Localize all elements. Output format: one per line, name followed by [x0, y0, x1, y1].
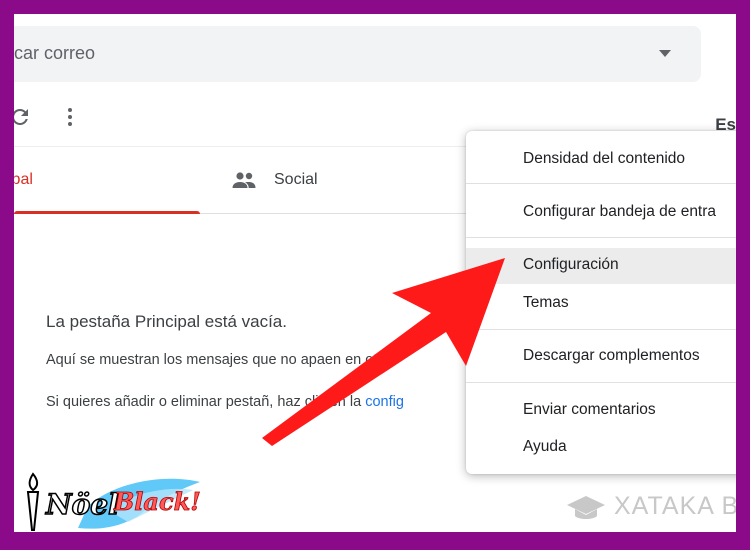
logo-text-black: Black!	[113, 487, 201, 516]
tab-social[interactable]: Social	[230, 147, 390, 213]
caret-down-icon[interactable]	[659, 50, 671, 57]
menu-item-configuracion[interactable]: Configuración	[466, 248, 736, 284]
menu-divider	[466, 237, 736, 238]
menu-divider	[466, 382, 736, 383]
empty-state-line2: Si quieres añadir o eliminar pestañ, haz…	[46, 394, 404, 410]
menu-item-label: Enviar comentarios	[523, 401, 656, 418]
torch-icon	[26, 472, 40, 531]
empty-line1-text: Aquí se muestran los mensajes que no apa	[46, 352, 325, 368]
empty-line2-mid: , haz clic en la	[269, 394, 366, 410]
logo-text-noel: Nöel	[45, 488, 119, 521]
menu-item-densidad[interactable]: Densidad del contenido	[466, 142, 736, 178]
empty-state-title: La pestaña Principal está vacía.	[46, 312, 287, 331]
empty-line1-tail: en en otra	[324, 352, 391, 368]
menu-item-configurar-bandeja[interactable]: Configurar bandeja de entra	[466, 195, 736, 231]
menu-divider	[466, 329, 736, 330]
tab-principal[interactable]: cipal	[14, 147, 200, 214]
menu-item-label: Ayuda	[523, 438, 567, 455]
people-icon	[232, 172, 256, 188]
menu-item-label: Descargar complementos	[523, 347, 700, 364]
gmail-screen: car correo Es cipal	[14, 14, 736, 532]
empty-state-line1: Aquí se muestran los mensajes que no apa…	[46, 352, 390, 368]
empty-line2-text: Si quieres añadir o eliminar pestañ	[46, 394, 270, 410]
menu-divider	[466, 183, 736, 184]
refresh-icon[interactable]	[14, 105, 32, 129]
menu-item-ayuda[interactable]: Ayuda	[466, 430, 736, 466]
xataka-text: XATAKA BA	[614, 492, 736, 520]
search-placeholder: car correo	[14, 43, 96, 63]
more-vert-icon[interactable]	[58, 105, 82, 129]
menu-item-descargar[interactable]: Descargar complementos	[466, 339, 736, 375]
tab-principal-label: cipal	[14, 171, 33, 188]
menu-item-label: Temas	[523, 294, 569, 311]
menu-item-label: Configuración	[523, 256, 619, 273]
tab-social-label: Social	[274, 171, 318, 188]
search-bar[interactable]: car correo	[14, 26, 701, 82]
menu-item-temas[interactable]: Temas	[466, 286, 736, 322]
settings-link[interactable]: config	[365, 394, 404, 410]
menu-item-label: Configurar bandeja de entra	[523, 203, 717, 220]
menu-item-label: Densidad del contenido	[523, 150, 686, 167]
active-tab-indicator	[14, 211, 200, 214]
graduation-cap-icon	[567, 496, 605, 519]
menu-item-enviar-comentarios[interactable]: Enviar comentarios	[466, 393, 736, 429]
noel-black-logo: Nöel Black!	[26, 472, 201, 531]
settings-menu: Densidad del contenido Configurar bandej…	[466, 131, 736, 474]
